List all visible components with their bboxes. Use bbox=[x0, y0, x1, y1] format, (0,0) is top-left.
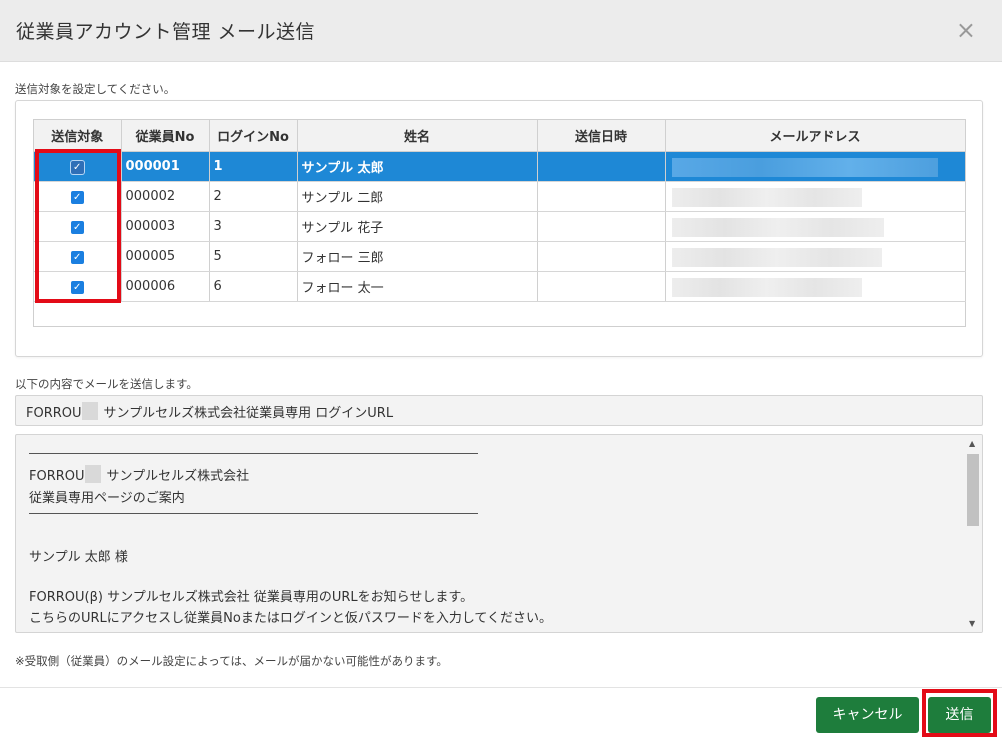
login-no-cell: 3 bbox=[209, 211, 298, 242]
divider-line bbox=[29, 513, 478, 514]
sent-at-cell bbox=[537, 211, 666, 242]
table-row[interactable]: ✓ 000002 2 サンプル 二郎 bbox=[34, 181, 966, 212]
table-row[interactable]: ✓ 000003 3 サンプル 花子 bbox=[34, 211, 966, 242]
column-header-login-no[interactable]: ログインNo bbox=[209, 120, 298, 152]
sent-at-cell bbox=[537, 241, 666, 272]
send-button[interactable]: 送信 bbox=[928, 697, 991, 733]
column-header-send-target[interactable]: 送信対象 bbox=[34, 120, 122, 152]
mail-send-modal: 従業員アカウント管理 メール送信 × 送信対象を設定してください。 送信対象 従… bbox=[0, 0, 1002, 739]
subject-text: サンプルセルズ株式会社従業員専用 ログインURL bbox=[103, 406, 394, 421]
recipients-label: 送信対象を設定してください。 bbox=[15, 82, 176, 96]
column-header-sent-at[interactable]: 送信日時 bbox=[537, 120, 666, 152]
redacted-email bbox=[671, 187, 862, 207]
column-header-employee-no[interactable]: 従業員No bbox=[121, 120, 210, 152]
table-header-row: 送信対象 従業員No ログインNo 姓名 送信日時 メールアドレス bbox=[34, 120, 966, 152]
send-target-cell: ✓ bbox=[34, 181, 122, 212]
modal-title: 従業員アカウント管理 メール送信 bbox=[16, 21, 316, 43]
email-cell bbox=[665, 151, 966, 182]
body-company: サンプルセルズ株式会社 bbox=[106, 469, 250, 484]
send-target-cell: ✓ bbox=[34, 151, 122, 182]
table-row[interactable]: ✓ 000006 6 フォロー 太一 bbox=[34, 271, 966, 302]
email-cell bbox=[665, 271, 966, 302]
name-cell: フォロー 太一 bbox=[297, 271, 538, 302]
sent-at-cell bbox=[537, 181, 666, 212]
login-no-cell: 5 bbox=[209, 241, 298, 272]
column-header-name[interactable]: 姓名 bbox=[297, 120, 538, 152]
login-no-cell: 1 bbox=[209, 151, 298, 182]
employee-no-cell: 000002 bbox=[121, 181, 210, 212]
checkbox-checked-icon[interactable]: ✓ bbox=[70, 190, 84, 204]
modal-header: 従業員アカウント管理 メール送信 × bbox=[0, 0, 1002, 62]
table-row[interactable]: ✓ 000005 5 フォロー 三郎 bbox=[34, 241, 966, 272]
redacted-text bbox=[81, 402, 98, 420]
email-cell bbox=[665, 181, 966, 212]
send-target-cell: ✓ bbox=[34, 211, 122, 242]
sent-at-cell bbox=[537, 151, 666, 182]
checkbox-checked-icon[interactable]: ✓ bbox=[70, 250, 84, 264]
employee-no-cell: 000001 bbox=[121, 151, 210, 182]
name-cell: フォロー 三郎 bbox=[297, 241, 538, 272]
recipients-table: 送信対象 従業員No ログインNo 姓名 送信日時 メールアドレス ✓ 0000… bbox=[34, 120, 966, 302]
redacted-email bbox=[671, 247, 882, 267]
employee-no-cell: 000006 bbox=[121, 271, 210, 302]
scroll-down-arrow-icon[interactable]: ▼ bbox=[969, 619, 975, 628]
email-cell bbox=[665, 211, 966, 242]
employee-no-cell: 000005 bbox=[121, 241, 210, 272]
divider-line bbox=[29, 453, 478, 454]
subject-prefix: FORROU bbox=[26, 406, 82, 421]
scroll-up-arrow-icon[interactable]: ▲ bbox=[969, 439, 975, 448]
name-cell: サンプル 太郎 bbox=[297, 151, 538, 182]
body-line-2: こちらのURLにアクセスし従業員Noまたはログインと仮パスワードを入力してくださ… bbox=[29, 611, 553, 626]
content-label: 以下の内容でメールを送信します。 bbox=[15, 377, 198, 391]
body-line-1: FORROU(β) サンプルセルズ株式会社 従業員専用のURLをお知らせします。 bbox=[29, 590, 474, 605]
checkbox-checked-icon[interactable]: ✓ bbox=[70, 160, 84, 174]
redacted-email bbox=[671, 277, 862, 297]
checkbox-checked-icon[interactable]: ✓ bbox=[70, 220, 84, 234]
sent-at-cell bbox=[537, 271, 666, 302]
send-target-cell: ✓ bbox=[34, 271, 122, 302]
redacted-email bbox=[671, 217, 884, 237]
footer-divider bbox=[0, 687, 1002, 688]
mail-body-field[interactable]: FORROU サンプルセルズ株式会社 従業員専用ページのご案内 サンプル 太郎 様… bbox=[15, 434, 983, 633]
table-row[interactable]: ✓ 000001 1 サンプル 太郎 bbox=[34, 151, 966, 182]
body-heading: 従業員専用ページのご案内 bbox=[29, 491, 185, 506]
close-icon[interactable]: × bbox=[956, 16, 976, 44]
body-company-prefix: FORROU bbox=[29, 469, 85, 484]
cancel-button[interactable]: キャンセル bbox=[816, 697, 919, 733]
login-no-cell: 6 bbox=[209, 271, 298, 302]
recipients-panel: 送信対象 従業員No ログインNo 姓名 送信日時 メールアドレス ✓ 0000… bbox=[15, 100, 983, 357]
mail-subject-field[interactable]: FORROU サンプルセルズ株式会社従業員専用 ログインURL bbox=[15, 395, 983, 426]
body-greeting: サンプル 太郎 様 bbox=[29, 550, 128, 565]
name-cell: サンプル 二郎 bbox=[297, 181, 538, 212]
redacted-email bbox=[671, 157, 938, 177]
redacted-text bbox=[84, 465, 101, 483]
login-no-cell: 2 bbox=[209, 181, 298, 212]
delivery-note: ※受取側（従業員）のメール設定によっては、メールが届かない可能性があります。 bbox=[15, 654, 448, 668]
send-target-cell: ✓ bbox=[34, 241, 122, 272]
scroll-thumb[interactable] bbox=[967, 454, 979, 526]
employee-no-cell: 000003 bbox=[121, 211, 210, 242]
body-scrollbar[interactable]: ▲ ▼ bbox=[965, 435, 982, 632]
email-cell bbox=[665, 241, 966, 272]
checkbox-checked-icon[interactable]: ✓ bbox=[70, 280, 84, 294]
name-cell: サンプル 花子 bbox=[297, 211, 538, 242]
column-header-email[interactable]: メールアドレス bbox=[665, 120, 966, 152]
body-company-line: FORROU サンプルセルズ株式会社 bbox=[29, 465, 249, 484]
recipients-table-container: 送信対象 従業員No ログインNo 姓名 送信日時 メールアドレス ✓ 0000… bbox=[33, 119, 966, 327]
